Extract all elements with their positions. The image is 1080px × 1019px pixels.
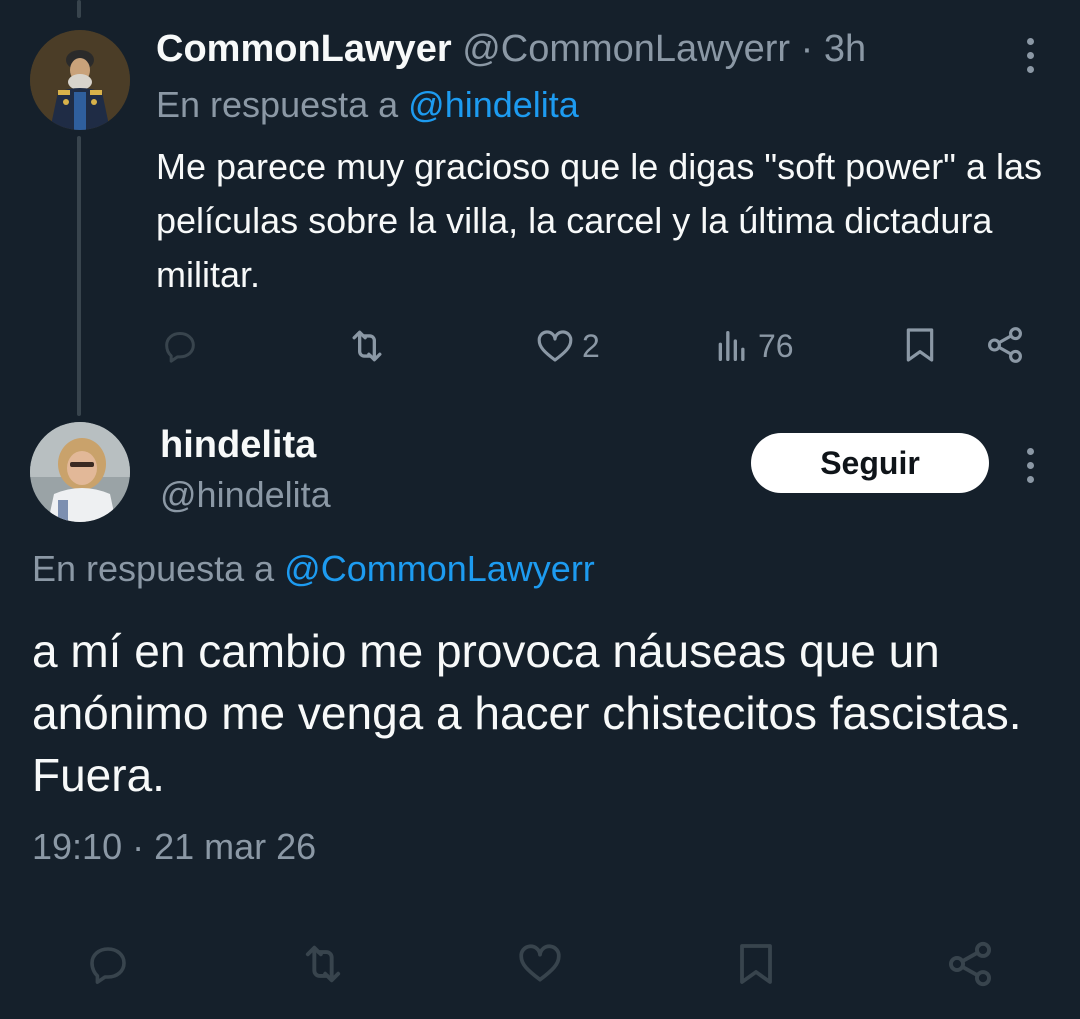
display-name[interactable]: hindelita (160, 424, 316, 467)
heart-icon (537, 330, 573, 362)
thread-line-top (77, 0, 81, 18)
bookmark-button[interactable] (732, 936, 780, 992)
follow-button[interactable]: Seguir (751, 433, 989, 493)
tweet-timestamp[interactable]: 19:10 · 21 mar 26 (32, 826, 316, 868)
user-handle[interactable]: @hindelita (160, 474, 331, 516)
heart-icon (519, 944, 561, 982)
display-name[interactable]: CommonLawyer (156, 28, 452, 70)
views-icon (718, 331, 745, 361)
in-reply-prefix: En respuesta a (32, 548, 275, 589)
share-icon (988, 327, 1022, 363)
time-ago[interactable]: 3h (824, 28, 866, 70)
more-options-icon[interactable] (1025, 448, 1035, 483)
avatar-hindelita[interactable] (30, 422, 130, 522)
tweet-text: Me parece muy gracioso que le digas "sof… (156, 146, 1043, 295)
like-button[interactable]: 2 (534, 325, 600, 367)
bookmark-button[interactable] (900, 322, 940, 368)
avatar-commonlawyer[interactable] (30, 30, 130, 130)
like-count: 2 (582, 327, 600, 364)
reply-button[interactable] (160, 326, 200, 366)
view-count: 76 (758, 327, 794, 364)
share-icon (948, 941, 992, 987)
bookmark-icon (906, 328, 934, 362)
views-button[interactable]: 76 (712, 325, 794, 367)
in-reply-handle-link[interactable]: @hindelita (408, 84, 579, 125)
tweet-text: a mí en cambio me provoca náuseas que un… (32, 625, 1022, 801)
retweet-button[interactable] (296, 938, 350, 990)
reply-button[interactable] (84, 940, 132, 988)
avatar-portrait-image (30, 30, 130, 130)
thread-line (77, 136, 81, 416)
like-button[interactable] (514, 938, 566, 988)
reply-tweet-header: CommonLawyer @CommonLawyerr · 3h (156, 28, 866, 71)
in-reply-prefix: En respuesta a (156, 84, 399, 125)
share-button[interactable] (944, 938, 996, 990)
in-reply-to: En respuesta a @hindelita (156, 84, 579, 126)
reply-icon (90, 947, 126, 984)
in-reply-handle-link[interactable]: @CommonLawyerr (284, 548, 595, 589)
user-handle[interactable]: @CommonLawyerr (462, 28, 790, 70)
share-button[interactable] (984, 324, 1026, 366)
in-reply-to: En respuesta a @CommonLawyerr (32, 548, 595, 590)
retweet-icon (352, 330, 382, 362)
retweet-button[interactable] (344, 324, 390, 368)
avatar-photo-image (30, 422, 130, 522)
separator: · (800, 28, 814, 70)
reply-icon (165, 332, 195, 363)
retweet-icon (305, 945, 341, 983)
bookmark-icon (740, 944, 772, 984)
more-options-icon[interactable] (1025, 38, 1035, 73)
